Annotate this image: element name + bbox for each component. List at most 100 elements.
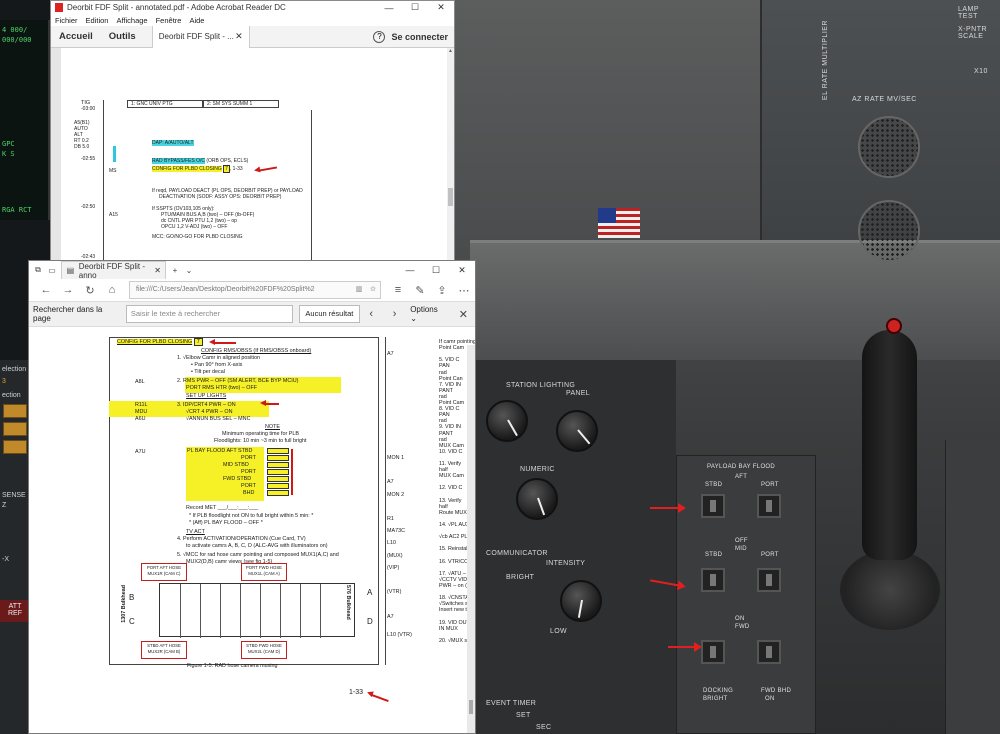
station-label: MDU <box>135 409 148 415</box>
stbd-label: STBD <box>705 482 723 488</box>
orange-option-box[interactable] <box>3 440 27 454</box>
close-icon[interactable]: ✕ <box>449 265 475 276</box>
off-label: OFF <box>735 538 748 544</box>
forward-icon[interactable]: → <box>57 284 79 296</box>
config-title: CONFIG FOR PLBD CLOSING <box>117 339 193 345</box>
checkbox-flood[interactable] <box>267 462 289 468</box>
aft-port-switch[interactable] <box>757 494 781 518</box>
flood-line: PORT <box>241 455 256 461</box>
numeric-knob[interactable] <box>516 478 558 520</box>
close-icon[interactable]: ✕ <box>428 2 454 13</box>
right-column-line: MUX Cam <box>439 473 464 480</box>
acrobat-titlebar[interactable]: Deorbit FDF Split - annotated.pdf - Adob… <box>51 1 454 14</box>
low-label: LOW <box>550 628 567 635</box>
right-column-line: L10 <box>387 540 396 547</box>
panel-knob[interactable] <box>556 410 598 452</box>
right-column-line: MUX Cam <box>439 442 464 449</box>
att-ref-button[interactable]: ATT REF <box>0 600 30 622</box>
att-ref-label-2: REF <box>8 610 22 617</box>
tab-accueil[interactable]: Accueil <box>51 31 101 42</box>
mid-port-switch[interactable] <box>757 568 781 592</box>
config-title-line[interactable]: CONFIG FOR PLBD CLOSING 7 <box>117 338 203 346</box>
communicator-label: COMMUNICATOR <box>486 550 548 557</box>
rotational-hand-controller[interactable] <box>840 310 940 630</box>
vertical-scrollbar[interactable]: ▲ <box>447 48 454 261</box>
step-line: √ANNUN BUS SEL – MNC <box>186 416 251 422</box>
checkbox-flood[interactable] <box>267 483 289 489</box>
tab-list-icon[interactable]: ▭ <box>47 266 57 275</box>
hub-icon[interactable]: ≡ <box>387 284 409 296</box>
tab-preview-icon[interactable]: ⧉ <box>33 265 43 275</box>
minimize-icon[interactable]: — <box>376 3 402 13</box>
notes-icon[interactable]: ✎ <box>409 284 431 297</box>
intensity-knob[interactable] <box>560 580 602 622</box>
find-input[interactable]: Saisir le texte à rechercher <box>125 305 294 323</box>
close-find-icon[interactable]: ✕ <box>452 308 475 321</box>
bright-label: BRIGHT <box>506 574 535 581</box>
close-tab-icon[interactable]: ✕ <box>235 31 243 42</box>
fwd-port-switch[interactable] <box>757 640 781 664</box>
checkbox-flood[interactable] <box>267 476 289 482</box>
new-tab-icon[interactable]: + <box>170 266 180 275</box>
close-tab-icon[interactable]: ✕ <box>154 266 161 275</box>
cam-box-stbd-fwd: STBD FWD HOSE MUX2L (CAM D) <box>241 641 287 659</box>
scroll-thumb[interactable] <box>469 700 473 714</box>
checkbox-flood[interactable] <box>267 455 289 461</box>
tab-document[interactable]: Deorbit FDF Split - ... ✕ <box>151 25 250 48</box>
menu-edition[interactable]: Edition <box>86 16 109 25</box>
favorite-star-icon[interactable]: ☆ <box>366 282 380 298</box>
minimize-icon[interactable]: — <box>397 265 423 275</box>
find-previous-icon[interactable]: ‹ <box>360 308 383 320</box>
intensity-label: INTENSITY <box>546 560 586 567</box>
options-label: Options <box>410 305 438 314</box>
aft-stbd-switch[interactable] <box>701 494 725 518</box>
edge-titlebar[interactable]: ⧉ ▭ ▤ Deorbit FDF Split - anno ✕ + ⌄ — ☐… <box>29 261 475 280</box>
menu-aide[interactable]: Aide <box>189 16 204 25</box>
lighting-knob[interactable] <box>486 400 528 442</box>
home-icon[interactable]: ⌂ <box>101 284 123 296</box>
trigger-button[interactable] <box>886 318 902 334</box>
config-plbd-line[interactable]: CONFIG FOR PLBD CLOSING 7, 1-33 <box>152 165 243 173</box>
find-options-button[interactable]: Options ⌄ <box>410 305 445 323</box>
maximize-icon[interactable]: ☐ <box>402 2 428 13</box>
speaker-grill <box>858 116 920 178</box>
url-field[interactable]: file:///C:/Users/Jean/Desktop/Deorbit%20… <box>129 281 381 299</box>
back-icon[interactable]: ← <box>35 284 57 296</box>
flood-line: BHD <box>243 490 255 496</box>
note-heading: NOTE <box>265 424 280 430</box>
sign-in-link[interactable]: Se connecter <box>391 32 448 42</box>
more-icon[interactable]: ⋯ <box>453 284 475 297</box>
tab-menu-icon[interactable]: ⌄ <box>184 266 194 275</box>
menu-affichage[interactable]: Affichage <box>116 16 147 25</box>
x10-label: X10 <box>974 68 988 75</box>
scroll-thumb[interactable] <box>448 188 453 206</box>
mid-stbd-switch[interactable] <box>701 568 725 592</box>
orange-option-box[interactable] <box>3 404 27 418</box>
checkbox-flood[interactable] <box>267 469 289 475</box>
checkbox-flood[interactable] <box>267 448 289 454</box>
tab-document[interactable]: ▤ Deorbit FDF Split - anno ✕ <box>61 261 166 280</box>
checkbox-flood[interactable] <box>267 490 289 496</box>
share-icon[interactable]: ⇪ <box>431 284 453 297</box>
tab-outils[interactable]: Outils <box>101 31 144 42</box>
menu-fichier[interactable]: Fichier <box>55 16 78 25</box>
vertical-scrollbar[interactable] <box>467 345 475 733</box>
fwd-stbd-switch[interactable] <box>701 640 725 664</box>
port-label: PORT <box>761 482 779 488</box>
help-icon[interactable]: ? <box>373 30 386 43</box>
scroll-up-icon[interactable]: ▲ <box>448 48 453 54</box>
address-bar: ← → ↻ ⌂ file:///C:/Users/Jean/Desktop/De… <box>29 279 475 301</box>
docking-label: DOCKING <box>703 688 734 694</box>
right-column-line: √CCTV VID I <box>439 576 471 583</box>
maximize-icon[interactable]: ☐ <box>423 265 449 276</box>
reading-view-icon[interactable]: ▥ <box>352 282 366 298</box>
refresh-icon[interactable]: ↻ <box>79 284 101 297</box>
config-rms-title-line: CONFIG RMS/OBSS (If RMS/OBSS onboard) <box>201 348 311 354</box>
right-column-line: PWR – on (L <box>439 583 470 589</box>
menu-fenetre[interactable]: Fenêtre <box>156 16 182 25</box>
find-next-icon[interactable]: › <box>383 308 406 320</box>
right-column-line: rad <box>439 418 447 425</box>
station-label: R11L <box>135 402 148 408</box>
orange-option-box[interactable] <box>3 422 27 436</box>
config-rms-title: CONFIG RMS/OBSS <box>201 348 252 354</box>
